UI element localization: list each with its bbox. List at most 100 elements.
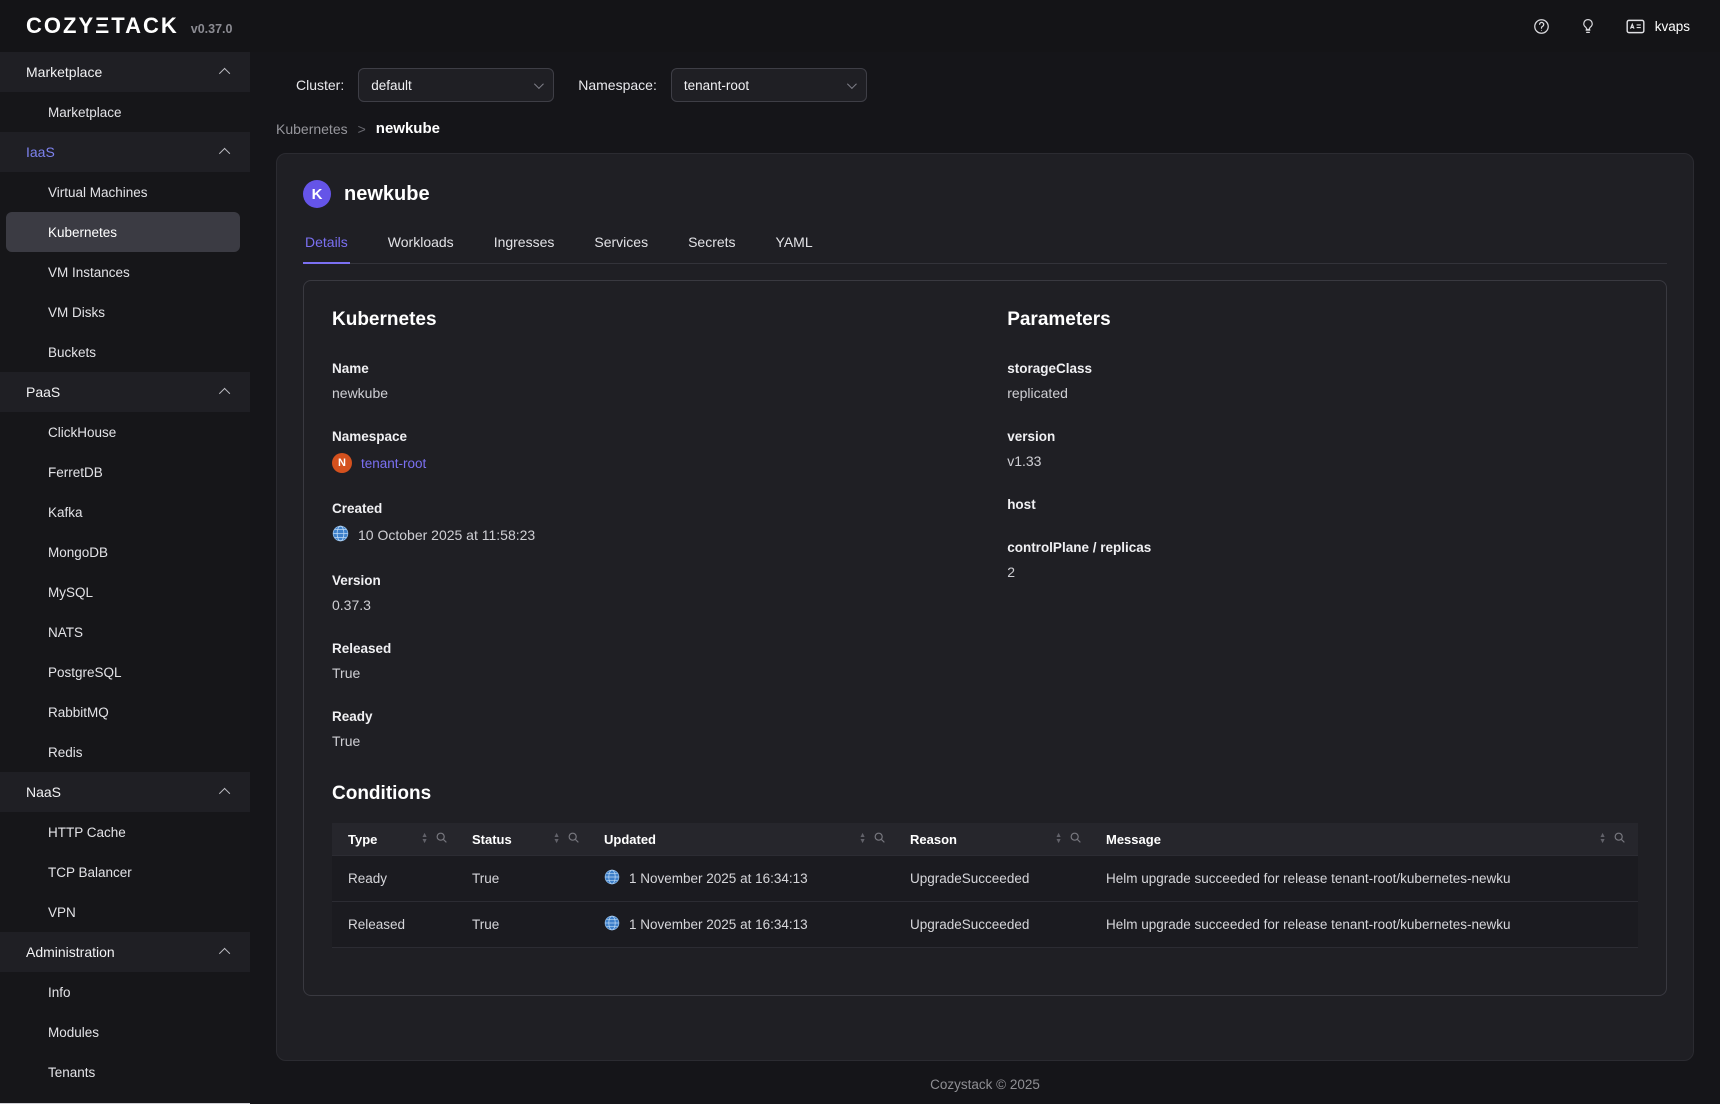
sidebar-item-tenants[interactable]: Tenants bbox=[0, 1052, 250, 1092]
cell-status: True bbox=[460, 902, 592, 948]
sidebar-item-virtual-machines[interactable]: Virtual Machines bbox=[0, 172, 250, 212]
theme-bulb-icon[interactable] bbox=[1579, 17, 1597, 35]
namespace-badge: N bbox=[332, 453, 352, 473]
main-content: Cluster: default Namespace: tenant-root … bbox=[250, 52, 1720, 1104]
field-label: host bbox=[1007, 497, 1638, 512]
tab-ingresses[interactable]: Ingresses bbox=[492, 230, 557, 263]
kubernetes-section: Kubernetes Name newkube Namespace N tena… bbox=[332, 309, 1007, 777]
details-panel: Kubernetes Name newkube Namespace N tena… bbox=[303, 280, 1667, 996]
column-header-updated[interactable]: Updated ▲▼ bbox=[592, 823, 898, 856]
created-value: 10 October 2025 at 11:58:23 bbox=[358, 527, 535, 543]
search-icon[interactable] bbox=[1613, 831, 1626, 847]
tab-secrets[interactable]: Secrets bbox=[686, 230, 737, 263]
tab-details[interactable]: Details bbox=[303, 230, 350, 263]
sidebar-item-vm-instances[interactable]: VM Instances bbox=[0, 252, 250, 292]
kubernetes-section-title: Kubernetes bbox=[332, 309, 1007, 331]
param-storageclass: storageClass replicated bbox=[1007, 361, 1638, 401]
field-namespace: Namespace N tenant-root bbox=[332, 429, 1007, 473]
kubernetes-avatar: K bbox=[303, 180, 331, 208]
sort-icon[interactable]: ▲▼ bbox=[859, 833, 866, 846]
conditions-header-row: Type ▲▼ bbox=[332, 823, 1638, 856]
search-icon[interactable] bbox=[435, 831, 448, 847]
sidebar-item-buckets[interactable]: Buckets bbox=[0, 332, 250, 372]
field-value: v1.33 bbox=[1007, 453, 1638, 469]
cluster-select[interactable]: default bbox=[358, 68, 554, 102]
column-header-status[interactable]: Status ▲▼ bbox=[460, 823, 592, 856]
sidebar-item-nats[interactable]: NATS bbox=[0, 612, 250, 652]
chevron-up-icon bbox=[219, 388, 230, 399]
sidebar-item-ferretdb[interactable]: FerretDB bbox=[0, 452, 250, 492]
field-released: Released True bbox=[332, 641, 1007, 681]
user-menu[interactable]: kvaps bbox=[1625, 16, 1690, 37]
sidebar-section-naas[interactable]: NaaS bbox=[0, 772, 250, 812]
cell-type: Released bbox=[332, 902, 460, 948]
namespace-link[interactable]: tenant-root bbox=[361, 456, 426, 471]
column-label: Updated bbox=[604, 832, 656, 847]
help-icon[interactable] bbox=[1532, 17, 1551, 36]
sidebar-item-redis[interactable]: Redis bbox=[0, 732, 250, 772]
field-label: Namespace bbox=[332, 429, 1007, 444]
sidebar-item-modules[interactable]: Modules bbox=[0, 1012, 250, 1052]
column-label: Type bbox=[348, 832, 377, 847]
namespace-label: Namespace: bbox=[578, 77, 657, 93]
table-row: Released True bbox=[332, 902, 1638, 948]
tab-services[interactable]: Services bbox=[592, 230, 650, 263]
field-label: Released bbox=[332, 641, 1007, 656]
column-header-message[interactable]: Message ▲▼ bbox=[1094, 823, 1638, 856]
sidebar-section-marketplace[interactable]: Marketplace bbox=[0, 52, 250, 92]
sidebar-item-marketplace[interactable]: Marketplace bbox=[0, 92, 250, 132]
sidebar-item-mongodb[interactable]: MongoDB bbox=[0, 532, 250, 572]
section-label-administration: Administration bbox=[26, 944, 115, 960]
search-icon[interactable] bbox=[1069, 831, 1082, 847]
sidebar-section-paas[interactable]: PaaS bbox=[0, 372, 250, 412]
sort-icon[interactable]: ▲▼ bbox=[1055, 833, 1062, 846]
footer-text: Cozystack © 2025 bbox=[250, 1077, 1720, 1092]
cell-updated: 1 November 2025 at 16:34:13 bbox=[592, 856, 898, 902]
breadcrumb: Kubernetes > newkube bbox=[276, 120, 1692, 137]
page-title: newkube bbox=[344, 183, 430, 206]
tab-workloads[interactable]: Workloads bbox=[386, 230, 456, 263]
field-created: Created 10 October 2025 at 11:58:2 bbox=[332, 501, 1007, 545]
sidebar-item-http-cache[interactable]: HTTP Cache bbox=[0, 812, 250, 852]
column-header-type[interactable]: Type ▲▼ bbox=[332, 823, 460, 856]
sidebar-item-info[interactable]: Info bbox=[0, 972, 250, 1012]
sidebar-item-rabbitmq[interactable]: RabbitMQ bbox=[0, 692, 250, 732]
table-row: Ready True bbox=[332, 856, 1638, 902]
sidebar-item-kubernetes[interactable]: Kubernetes bbox=[6, 212, 240, 252]
sidebar-item-postgresql[interactable]: PostgreSQL bbox=[0, 652, 250, 692]
sidebar-section-administration[interactable]: Administration bbox=[0, 932, 250, 972]
sidebar: Marketplace Marketplace IaaS Virtual Mac… bbox=[0, 52, 250, 1104]
field-value: True bbox=[332, 733, 1007, 749]
sidebar-item-clickhouse[interactable]: ClickHouse bbox=[0, 412, 250, 452]
param-version: version v1.33 bbox=[1007, 429, 1638, 469]
breadcrumb-separator: > bbox=[358, 121, 366, 137]
namespace-select[interactable]: tenant-root bbox=[671, 68, 867, 102]
sidebar-item-vpn[interactable]: VPN bbox=[0, 892, 250, 932]
column-header-reason[interactable]: Reason ▲▼ bbox=[898, 823, 1094, 856]
breadcrumb-kubernetes[interactable]: Kubernetes bbox=[276, 121, 348, 137]
search-icon[interactable] bbox=[873, 831, 886, 847]
sidebar-section-iaas[interactable]: IaaS bbox=[0, 132, 250, 172]
chevron-down-icon bbox=[534, 79, 544, 89]
sort-icon[interactable]: ▲▼ bbox=[421, 833, 428, 846]
field-label: storageClass bbox=[1007, 361, 1638, 376]
sidebar-item-mysql[interactable]: MySQL bbox=[0, 572, 250, 612]
section-label-paas: PaaS bbox=[26, 384, 60, 400]
sort-icon[interactable]: ▲▼ bbox=[1599, 833, 1606, 846]
tab-bar: Details Workloads Ingresses Services Sec… bbox=[303, 230, 1667, 264]
chevron-up-icon bbox=[219, 68, 230, 79]
cell-message: Helm upgrade succeeded for release tenan… bbox=[1094, 856, 1638, 902]
sort-icon[interactable]: ▲▼ bbox=[553, 833, 560, 846]
chevron-up-icon bbox=[219, 948, 230, 959]
app-logo[interactable]: COZYΞTACK v0.37.0 bbox=[26, 13, 250, 39]
globe-icon bbox=[604, 869, 620, 888]
globe-icon bbox=[604, 915, 620, 934]
sidebar-item-vm-disks[interactable]: VM Disks bbox=[0, 292, 250, 332]
sidebar-item-tcp-balancer[interactable]: TCP Balancer bbox=[0, 852, 250, 892]
resource-card: K newkube Details Workloads Ingresses Se… bbox=[276, 153, 1694, 1061]
param-controlplane-replicas: controlPlane / replicas 2 bbox=[1007, 540, 1638, 580]
search-icon[interactable] bbox=[567, 831, 580, 847]
column-label: Reason bbox=[910, 832, 957, 847]
sidebar-item-kafka[interactable]: Kafka bbox=[0, 492, 250, 532]
tab-yaml[interactable]: YAML bbox=[774, 230, 815, 263]
